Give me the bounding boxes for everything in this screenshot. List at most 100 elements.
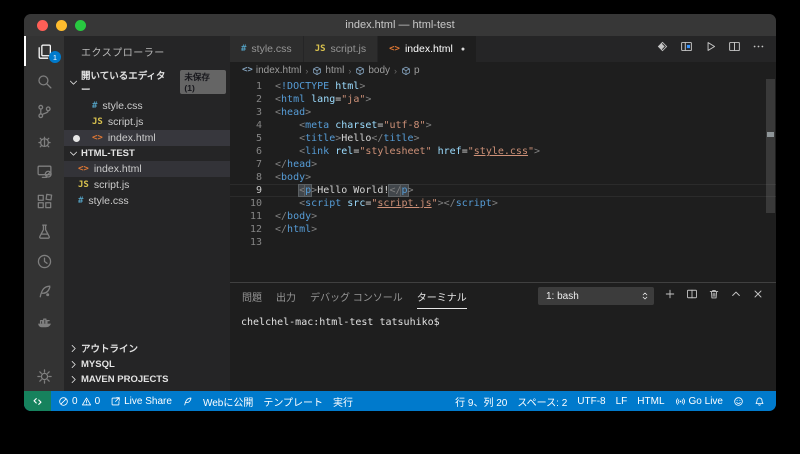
status-live-share[interactable]: Live Share [105,391,177,411]
code-token: "ja" [341,94,365,105]
activity-item-docker[interactable] [24,306,64,336]
status-problems[interactable]: 00 [53,391,105,411]
panel-tab-出力[interactable]: 出力 [276,283,296,309]
css-icon: # [78,197,83,206]
activity-item-debug[interactable] [24,126,64,156]
extensions-icon [36,193,53,210]
activity-bar: 1 [24,36,64,391]
status-publish-web[interactable]: Webに公開 [198,391,258,411]
breadcrumb-body[interactable]: body [355,65,390,76]
share-icon [110,396,121,407]
status-eol[interactable]: LF [611,391,633,411]
breadcrumb: <>index.html›html›body›p [230,62,776,79]
section-MAVEN PROJECTS[interactable]: MAVEN PROJECTS [64,372,230,387]
action-more-actions[interactable] [752,40,765,58]
activity-item-code-time[interactable] [24,246,64,276]
code-token: "utf-8" [383,120,425,131]
code-line-2[interactable]: 2<html lang="ja"> [230,93,776,106]
symbol-cube-icon [401,66,411,76]
line-number: 7 [230,158,275,171]
action-open-preview[interactable] [656,40,669,58]
split-icon [686,288,698,300]
open-editors-header[interactable]: 開いているエディター 未保存 (1) [64,66,230,98]
code-line-13[interactable]: 13 [230,236,776,249]
tree-item-script.js[interactable]: JSscript.js [64,177,230,193]
code-line-3[interactable]: 3<head> [230,106,776,119]
tab-index.html[interactable]: <>index.html● [378,36,477,62]
open-editor-index.html[interactable]: <>index.html [64,130,230,146]
panel-tab-問題[interactable]: 問題 [242,283,262,309]
status-notifications[interactable] [749,391,770,411]
breadcrumb-separator: › [348,66,351,76]
status-feedback[interactable] [728,391,749,411]
action-split-terminal[interactable] [686,287,698,305]
code-line-5[interactable]: 5 <title>Hello</title> [230,132,776,145]
section-アウトライン[interactable]: アウトライン [64,339,230,357]
tab-script.js[interactable]: JSscript.js [304,36,378,62]
panel-tab-ターミナル[interactable]: ターミナル [417,283,467,309]
breadcrumb-index.html[interactable]: <>index.html [242,65,301,76]
action-preview-side[interactable] [680,40,693,58]
breadcrumb-label: html [325,65,344,76]
action-close-panel[interactable] [752,287,764,305]
activity-item-explorer[interactable]: 1 [24,36,64,66]
code-line-7[interactable]: 7</head> [230,158,776,171]
code-line-11[interactable]: 11</body> [230,210,776,223]
activity-item-test-explorer[interactable] [24,216,64,246]
breadcrumb-p[interactable]: p [401,65,420,76]
panel-tab-デバッグ コンソール[interactable]: デバッグ コンソール [310,283,403,309]
tab-style.css[interactable]: #style.css [230,36,304,62]
code-line-4[interactable]: 4 <meta charset="utf-8"> [230,119,776,132]
folder-header[interactable]: HTML-TEST [64,146,230,161]
terminal-output[interactable]: chelchel-mac:html-test tatsuhiko$ [230,309,776,336]
open-editor-style.css[interactable]: #style.css [64,98,230,114]
action-split-editor[interactable] [728,40,741,58]
breadcrumb-label: body [368,65,390,76]
activity-item-extensions[interactable] [24,186,64,216]
action-run-file[interactable] [704,40,717,58]
activity-item-live-share[interactable] [24,276,64,306]
status-go-live[interactable]: Go Live [670,391,728,411]
activity-item-remote-explorer[interactable] [24,156,64,186]
status-language-mode[interactable]: HTML [632,391,669,411]
code-token: title [383,133,413,144]
status-cursor-position[interactable]: 行 9、列 20 [450,391,512,411]
status-quill[interactable] [177,391,198,411]
status-label: Go Live [689,396,723,407]
open-editor-script.js[interactable]: JSscript.js [64,114,230,130]
section-MYSQL[interactable]: MYSQL [64,357,230,372]
html-icon: <> [92,134,103,143]
status-indentation[interactable]: スペース: 2 [512,391,572,411]
code-line-1[interactable]: 1<!DOCTYPE html> [230,80,776,93]
status-template[interactable]: テンプレート [258,391,328,411]
code-token: </ [275,159,287,170]
editor-scrollbar[interactable] [766,79,775,213]
status-remote[interactable] [24,391,51,411]
shell-selector[interactable]: 1: bash [538,287,654,305]
chevron-up-icon [730,288,742,300]
code-line-6[interactable]: 6 <link rel="stylesheet" href="style.css… [230,145,776,158]
status-encoding[interactable]: UTF-8 [572,391,610,411]
action-new-terminal[interactable] [664,287,676,305]
close-window-button[interactable] [37,20,48,31]
tree-item-style.css[interactable]: #style.css [64,193,230,209]
action-maximize-panel[interactable] [730,287,742,305]
line-number: 2 [230,93,275,106]
activity-item-manage[interactable] [24,361,64,391]
activity-item-source-control[interactable] [24,96,64,126]
code-line-10[interactable]: 10 <script src="script.js"></script> [230,197,776,210]
code-editor[interactable]: 1<!DOCTYPE html>2<html lang="ja">3<head>… [230,79,776,282]
activity-item-search[interactable] [24,66,64,96]
breadcrumb-html[interactable]: html [312,65,344,76]
code-line-9[interactable]: 9 <p>Hello World!</p> [230,184,776,197]
bell-icon [754,396,765,407]
plus-icon [664,288,676,300]
code-line-12[interactable]: 12</html> [230,223,776,236]
action-kill-terminal[interactable] [708,287,720,305]
zoom-window-button[interactable] [75,20,86,31]
code-line-8[interactable]: 8<body> [230,171,776,184]
tree-item-index.html[interactable]: <>index.html [64,161,230,177]
status-run[interactable]: 実行 [328,391,358,411]
minimize-window-button[interactable] [56,20,67,31]
status-label: LF [616,396,628,407]
